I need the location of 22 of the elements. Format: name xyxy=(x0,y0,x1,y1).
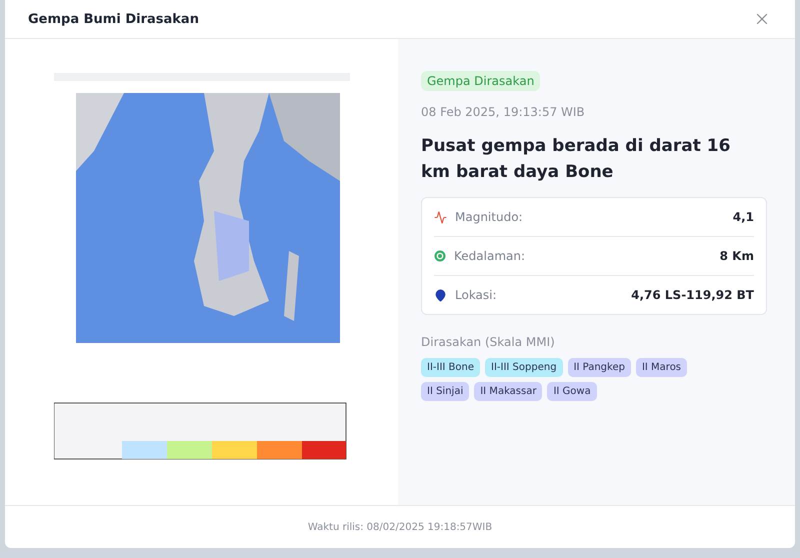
modal-title: Gempa Bumi Dirasakan xyxy=(28,12,199,26)
headline: Pusat gempa berada di darat 16 km barat daya Bone xyxy=(421,135,732,184)
pulse-icon xyxy=(434,210,447,224)
region-tag: II Sinjai xyxy=(421,382,470,401)
region-tag: II Gowa xyxy=(547,382,597,401)
detail-value: 4,1 xyxy=(732,210,754,224)
detail-value: 8 Km xyxy=(720,249,754,263)
status-badge: Gempa Dirasakan xyxy=(421,71,540,91)
map-pin-icon xyxy=(434,288,447,302)
region-tag: II Makassar xyxy=(474,382,542,401)
detail-label: Kedalaman: xyxy=(454,249,526,263)
detail-label: Magnitudo: xyxy=(455,210,524,224)
section-label: Dirasakan (Skala MMI) xyxy=(421,335,555,349)
region-tag: II Pangkep xyxy=(568,358,631,377)
region-tag: II-III Bone xyxy=(421,358,480,377)
detail-label: Lokasi: xyxy=(455,288,498,302)
event-datetime: 08 Feb 2025, 19:13:57 WIB xyxy=(421,105,585,119)
detail-value: 4,76 LS-119,92 BT xyxy=(631,288,754,302)
region-tag: II-III Soppeng xyxy=(485,358,563,377)
release-time: Waktu rilis: 08/02/2025 19:18:57WIB xyxy=(308,522,492,532)
region-tag: II Maros xyxy=(636,358,688,377)
target-icon xyxy=(434,250,446,262)
